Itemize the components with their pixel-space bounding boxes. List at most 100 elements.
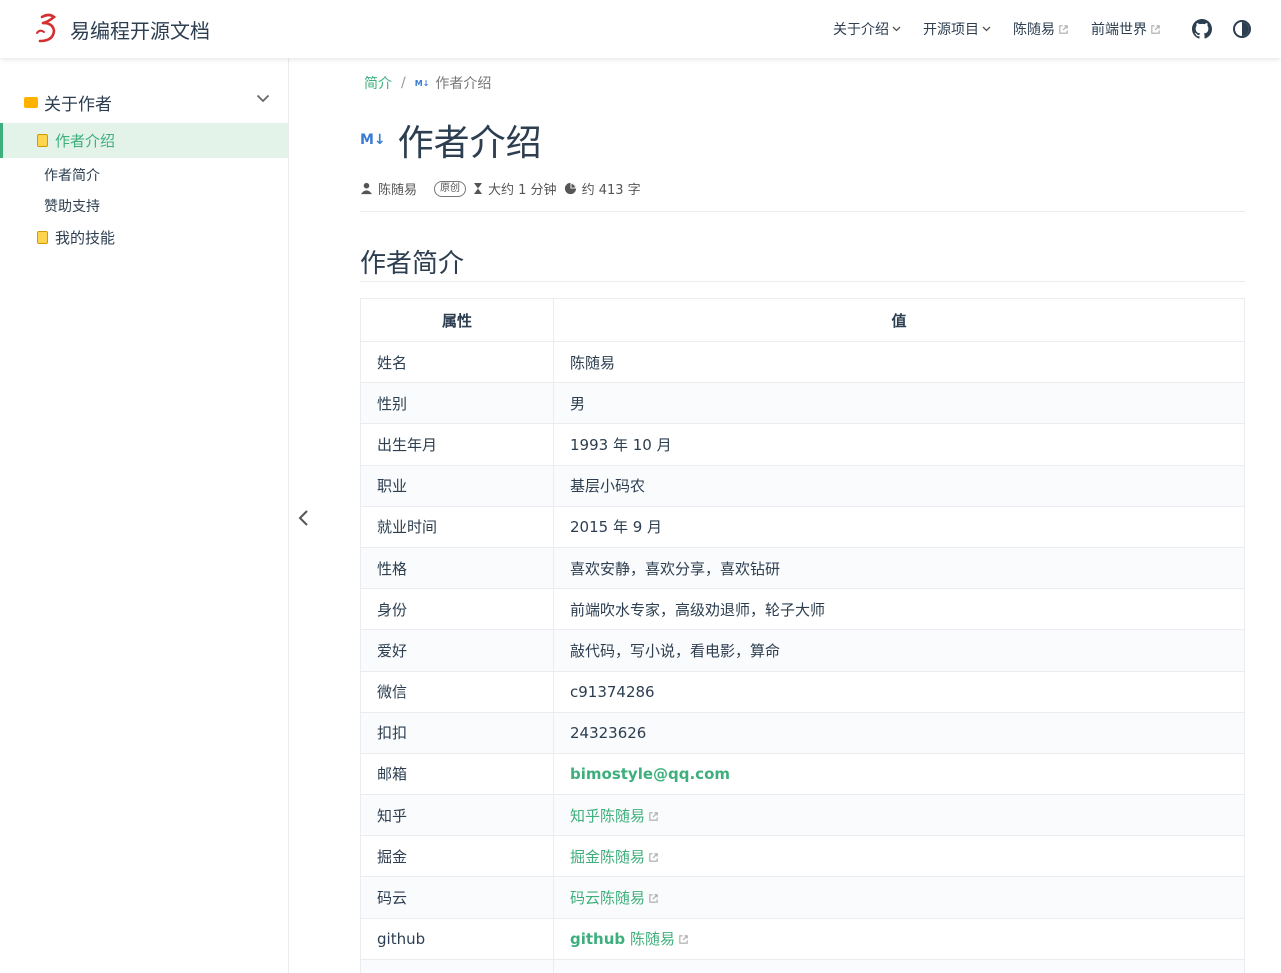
document-icon [37,231,48,244]
read-time: 大约 1 分钟 [488,183,557,198]
table-cell-key: 出生年月 [360,423,554,466]
external-link-icon [649,853,658,862]
nav-frontend-world-label: 前端世界 [1091,22,1147,38]
table-row: 性格 喜欢安静，喜欢分享，喜欢钻研 [360,546,1245,590]
table-cell-value: 前端吹水专家，高级劝退师，轮子大师 [553,588,1245,631]
table-cell-key: 码云 [360,876,554,919]
nav-frontend-world-link[interactable]: 前端世界 [1091,19,1161,39]
table-cell-value: 喜欢安静，喜欢分享，喜欢钻研 [553,546,1245,590]
table-row: 爱好 敲代码，写小说，看电影，算命 [360,629,1245,672]
table-row: github github 陈随易 [360,917,1245,960]
table-cell-value: 2015 年 9 月 [553,505,1245,548]
original-badge: 原创 [434,180,467,197]
zhihu-link[interactable]: 知乎陈随易 [570,807,645,825]
table-cell-value: 敲代码，写小说，看电影，算命 [553,629,1245,672]
table-cell-value: 1993 年 10 月 [553,423,1245,466]
sidebar-item-my-skills[interactable]: 我的技能 [37,227,115,248]
table-row: 性别 男 [360,382,1245,425]
github-link[interactable]: 陈随易 [630,930,675,948]
theme-toggle-button[interactable] [1231,18,1253,40]
table-row [360,958,1245,973]
external-link-icon [1059,24,1068,34]
read-time-info: 大约 1 分钟 [473,179,557,198]
table-header-value: 值 [553,298,1245,342]
nav-about-dropdown[interactable]: 关于介绍 [833,19,901,39]
external-link-icon [649,894,658,903]
table-cell-key: 性格 [360,546,554,590]
page-meta: 陈随易 原创 大约 1 分钟 约 413 字 [360,179,648,198]
table-cell-value: 男 [553,382,1245,425]
table-cell-value: bimostyle@qq.com [553,752,1245,796]
nav-about-label: 关于介绍 [833,22,889,38]
external-link-icon [679,935,688,944]
table-cell-value: c91374286 [553,670,1245,713]
breadcrumb: 简介 / M↓ 作者介绍 [364,73,491,93]
table-cell-value: github 陈随易 [553,917,1245,960]
word-count: 约 413 字 [581,183,641,198]
brand-link[interactable]: 易编程开源文档 [34,0,210,58]
table-header-attribute: 属性 [360,298,554,342]
document-icon [37,134,48,147]
author-name: 陈随易 [378,183,418,198]
sidebar-item-author-intro[interactable]: 作者介绍 [0,123,288,158]
table-row: 出生年月 1993 年 10 月 [360,423,1245,466]
external-link-icon [649,811,658,821]
chevron-down-icon [892,26,901,32]
sidebar-group-label: 关于作者 [44,94,112,115]
logo-icon [36,13,57,43]
chevron-down-icon [256,94,270,103]
table-row: 身份 前端吹水专家，高级劝退师，轮子大师 [360,588,1245,631]
page-title-text: 作者介绍 [397,123,542,164]
word-count-info: 约 413 字 [564,179,641,198]
sidebar-subitem-author-profile[interactable]: 作者简介 [44,165,100,185]
table-row: 职业 基层小码农 [360,464,1245,507]
divider [360,281,1245,282]
markdown-icon: M↓ [360,132,386,148]
github-link-bold[interactable]: github [570,930,625,948]
github-icon [1192,19,1212,39]
author-info-table: 属性 值 姓名 陈随易 性别 男 出生年月 1993 年 10 月 职业 基层小… [360,298,1245,973]
breadcrumb-home-link[interactable]: 简介 [364,73,392,93]
gitee-link[interactable]: 码云陈随易 [570,889,645,907]
table-cell-value: 陈随易 [553,340,1245,384]
table-cell-key: 身份 [360,588,554,631]
sidebar: 关于作者 作者介绍 作者简介 赞助支持 我的技能 [0,58,289,973]
markdown-icon: M↓ [414,78,430,88]
email-link[interactable]: bimostyle@qq.com [570,765,730,783]
table-cell-key: 邮箱 [360,752,554,796]
sidebar-subitem-sponsor[interactable]: 赞助支持 [44,196,100,216]
page-title: M↓ 作者介绍 [360,114,542,166]
table-cell-key: 职业 [360,464,554,507]
nav-projects-dropdown[interactable]: 开源项目 [923,19,991,39]
table-row: 码云 码云陈随易 [360,876,1245,919]
table-cell-value: 掘金陈随易 [553,835,1245,878]
nav-author-link[interactable]: 陈随易 [1013,19,1069,39]
table-cell-value: 码云陈随易 [553,876,1245,919]
juejin-link[interactable]: 掘金陈随易 [570,848,645,866]
sidebar-collapse-icon[interactable] [296,508,310,528]
nav-links: 关于介绍 开源项目 陈随易 前端世界 [811,0,1253,58]
table-cell-value: 知乎陈随易 [553,794,1245,837]
table-cell-key [360,958,554,973]
sidebar-group-about-author[interactable]: 关于作者 [24,90,274,115]
section-heading: 作者简介 [360,249,465,279]
table-row: 邮箱 bimostyle@qq.com [360,752,1245,796]
table-row: 微信 c91374286 [360,670,1245,713]
sidebar-item-label: 我的技能 [55,229,116,247]
table-cell-value: 24323626 [553,711,1245,754]
table-cell-key: 知乎 [360,794,554,837]
theme-toggle-icon [1233,20,1251,38]
brand-title: 易编程开源文档 [70,18,210,43]
nav-author-label: 陈随易 [1013,22,1055,38]
table-cell-key: 扣扣 [360,711,554,754]
hourglass-icon [474,183,483,194]
external-link-icon [1151,24,1160,34]
table-row: 姓名 陈随易 [360,340,1245,384]
table-cell-key: github [360,917,554,960]
table-row: 掘金 掘金陈随易 [360,835,1245,878]
author-info: 陈随易 [360,179,417,198]
divider [360,211,1245,212]
table-cell-value: 基层小码农 [553,464,1245,507]
github-button[interactable] [1191,18,1213,40]
user-icon [360,182,373,195]
